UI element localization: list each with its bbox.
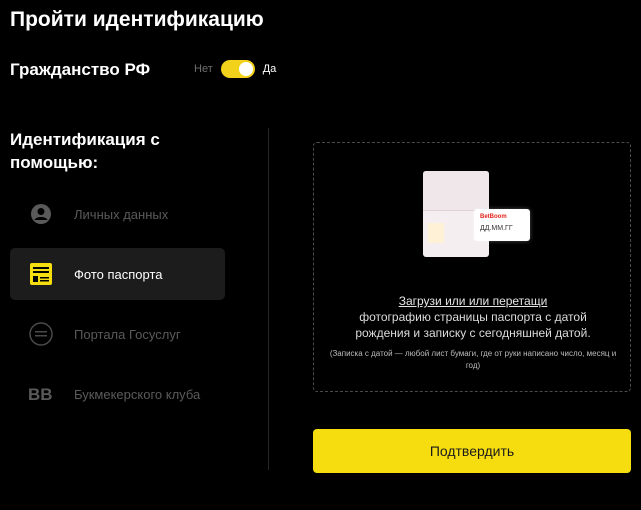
confirm-button[interactable]: Подтвердить bbox=[313, 429, 631, 473]
identification-title: Идентификация с помощью: bbox=[10, 130, 160, 172]
method-passport-photo[interactable]: Фото паспорта bbox=[10, 248, 225, 300]
gosuslugi-icon bbox=[28, 321, 54, 347]
toggle-yes-label: Да bbox=[262, 63, 277, 75]
user-icon bbox=[28, 201, 54, 227]
method-personal-data[interactable]: Личных данных bbox=[10, 188, 225, 240]
toggle-knob bbox=[238, 62, 253, 76]
toggle-no-label: Нет bbox=[194, 63, 213, 75]
svg-text:BB: BB bbox=[28, 385, 53, 404]
note-date: ДД.ММ.ГГ bbox=[480, 225, 513, 232]
citizenship-label: Гражданство РФ bbox=[10, 60, 151, 79]
citizenship-toggle[interactable] bbox=[220, 60, 255, 78]
method-label: Букмекерского клуба bbox=[74, 386, 201, 402]
upload-hint: (Записка с датой — любой лист бумаги, гд… bbox=[329, 349, 617, 370]
section-divider bbox=[268, 128, 269, 470]
upload-dropzone[interactable]: BetBoom ДД.ММ.ГГ Загрузи или или перетащ… bbox=[313, 142, 631, 392]
identification-methods: Личных данных Фото паспорта Портала Госу… bbox=[10, 188, 225, 428]
note-brand: BetBoom bbox=[480, 214, 507, 220]
upload-instructions: Загрузи или или перетащи фотографию стра… bbox=[314, 293, 632, 341]
method-bookmaker-club[interactable]: BB Букмекерского клуба bbox=[10, 368, 225, 420]
method-label: Фото паспорта bbox=[74, 266, 163, 282]
method-label: Личных данных bbox=[74, 206, 169, 222]
passport-photo-icon bbox=[428, 223, 444, 243]
passport-icon bbox=[28, 261, 54, 287]
date-note-illustration: BetBoom ДД.ММ.ГГ bbox=[474, 209, 530, 241]
method-label: Портала Госуслуг bbox=[74, 326, 181, 342]
upload-line-3: рождения и записку с сегодняшней датой. bbox=[355, 326, 591, 340]
citizenship-toggle-group: Нет Да bbox=[194, 60, 276, 78]
method-gosuslugi[interactable]: Портала Госуслуг bbox=[10, 308, 225, 360]
page-title: Пройти идентификацию bbox=[10, 8, 264, 31]
upload-line-2: фотографию страницы паспорта с датой bbox=[359, 310, 587, 324]
upload-link[interactable]: Загрузи или или перетащи bbox=[399, 294, 548, 308]
bb-icon: BB bbox=[28, 381, 54, 407]
